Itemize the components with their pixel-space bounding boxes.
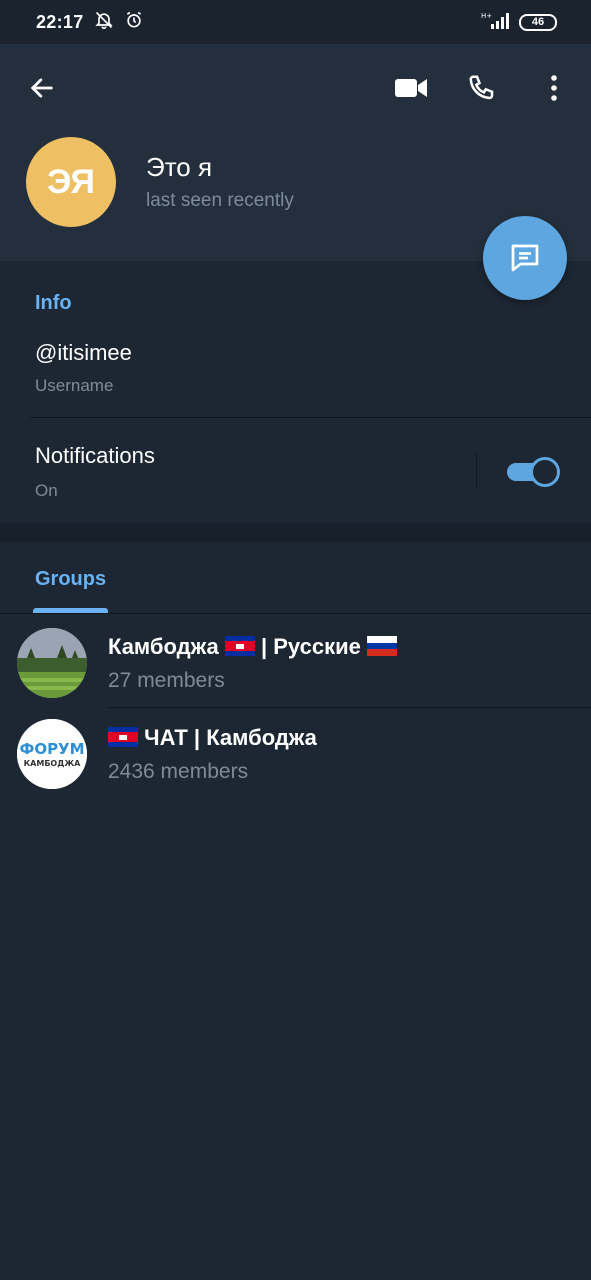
group-members: 2436 members xyxy=(108,760,249,783)
avatar-initials: ЭЯ xyxy=(47,162,95,201)
username-value: @itisimee xyxy=(35,340,132,365)
battery-indicator: 46 xyxy=(519,13,557,31)
tab-groups[interactable]: Groups xyxy=(35,568,106,591)
group-avatar: ФОРУМ КАМБОДЖА xyxy=(17,719,87,789)
list-item[interactable]: Камбоджа | Русские 27 members xyxy=(0,616,591,708)
clock: 22:17 xyxy=(36,11,84,32)
svg-text:ФОРУМ: ФОРУМ xyxy=(19,740,84,758)
alarm-icon xyxy=(124,10,144,35)
voice-call-button[interactable] xyxy=(460,66,504,110)
svg-text:КАМБОДЖА: КАМБОДЖА xyxy=(24,759,82,768)
signal-icon: H+ xyxy=(481,11,511,34)
notifications-toggle[interactable] xyxy=(507,457,560,487)
russia-flag-icon xyxy=(366,636,397,656)
cambodia-flag-icon xyxy=(224,636,255,656)
username-label: Username xyxy=(35,376,114,395)
phone-icon xyxy=(469,75,494,100)
username-row[interactable]: @itisimee Username xyxy=(0,331,591,417)
info-section-title: Info xyxy=(35,292,72,314)
section-spacer xyxy=(0,523,591,542)
list-item[interactable]: ФОРУМ КАМБОДЖА ЧАТ | Камбоджа 2436 membe… xyxy=(0,708,591,799)
notifications-row[interactable]: Notifications On xyxy=(0,418,591,523)
profile-name: Это я xyxy=(146,152,213,182)
profile-avatar[interactable]: ЭЯ xyxy=(26,137,116,227)
tab-divider xyxy=(0,613,591,614)
video-call-button[interactable] xyxy=(389,66,433,110)
group-avatar xyxy=(17,628,87,698)
back-button[interactable] xyxy=(20,66,64,110)
send-message-button[interactable] xyxy=(483,216,567,300)
battery-level: 46 xyxy=(531,16,545,28)
cambodia-flag-icon xyxy=(108,727,138,747)
bell-off-icon xyxy=(94,10,114,35)
notifications-state: On xyxy=(35,481,58,500)
svg-text:H+: H+ xyxy=(481,12,492,20)
group-title: Камбоджа | Русские xyxy=(108,634,397,660)
tab-bar: Groups xyxy=(0,542,591,614)
group-title: ЧАТ | Камбоджа xyxy=(108,725,317,751)
info-section: Info @itisimee Username Notifications On xyxy=(0,261,591,523)
more-vertical-icon xyxy=(551,75,557,101)
video-camera-icon xyxy=(395,79,427,97)
more-options-button[interactable] xyxy=(532,66,576,110)
arrow-left-icon xyxy=(31,78,53,98)
last-seen-status: last seen recently xyxy=(146,190,294,211)
group-members: 27 members xyxy=(108,669,225,692)
vertical-divider xyxy=(476,454,477,488)
notifications-label: Notifications xyxy=(35,443,155,468)
status-bar: 22:17 H+ 46 xyxy=(0,0,591,44)
message-icon xyxy=(511,244,539,272)
